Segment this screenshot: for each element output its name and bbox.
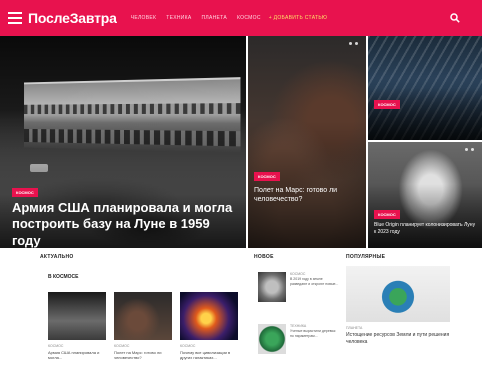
- add-article-link[interactable]: + Добавить статью: [269, 15, 328, 21]
- new-list-item[interactable]: Космос В 2019 году в земле разведают и о…: [258, 272, 340, 302]
- card-category: Космос: [48, 344, 64, 348]
- card-category: Космос: [114, 344, 130, 348]
- menu-icon[interactable]: [8, 12, 22, 24]
- hero-top-right-badge[interactable]: Космос: [374, 100, 400, 109]
- popular-category: Планета: [346, 326, 363, 330]
- hero-bottom-right-tile[interactable]: Космос Blue Origin планирует колонизиров…: [368, 142, 482, 248]
- hero-main-badge[interactable]: Космос: [12, 188, 38, 197]
- news-category: Техника: [290, 324, 307, 328]
- hero-mid-title[interactable]: Полет на Марс: готово ли человечество?: [254, 186, 358, 204]
- carousel-dots[interactable]: [465, 148, 474, 151]
- nav-item-planeta[interactable]: Планета: [202, 15, 227, 21]
- card-text[interactable]: Почему все цивилизации в других галактик…: [180, 350, 238, 360]
- space-card[interactable]: Космос Полет на Марс: готово ли человече…: [114, 292, 172, 360]
- space-card[interactable]: Космос Армия США планировала и могла...: [48, 292, 106, 360]
- nav-item-tekhnika[interactable]: Техника: [166, 15, 191, 21]
- hero-main-title[interactable]: Армия США планировала и могла построить …: [12, 200, 238, 248]
- nav-item-chelovek[interactable]: Человек: [131, 15, 157, 21]
- carousel-dots[interactable]: [349, 42, 358, 45]
- section-new-label: Новое: [254, 254, 274, 260]
- news-category: Космос: [290, 272, 306, 276]
- new-list-item[interactable]: Техника Ученые вырастили деревья по пара…: [258, 324, 340, 354]
- hero-mid-tile[interactable]: Космос Полет на Марс: готово ли человече…: [248, 36, 366, 248]
- section-in-space-label: В космосе: [48, 274, 79, 280]
- card-thumb-image: [180, 292, 238, 340]
- hero-mid-badge[interactable]: Космос: [254, 172, 280, 181]
- card-thumb-image: [48, 292, 106, 340]
- news-text[interactable]: Ученые вырастили деревья по параметрам..…: [290, 329, 340, 338]
- space-card[interactable]: Космос Почему все цивилизации в других г…: [180, 292, 238, 360]
- hero-grid: Космос Армия США планировала и могла пос…: [0, 36, 482, 248]
- popular-thumb-image: [346, 266, 450, 322]
- site-logo[interactable]: ПослеЗавтра: [28, 10, 117, 26]
- hero-bottom-right-title[interactable]: Blue Origin планирует колонизировать Лун…: [374, 222, 478, 235]
- nav-item-kosmos[interactable]: Космос: [237, 15, 261, 21]
- hero-main-tile[interactable]: Космос Армия США планировала и могла пос…: [0, 36, 246, 248]
- news-thumb-image: [258, 272, 286, 302]
- news-text[interactable]: В 2019 году в земле разведают и откроют …: [290, 277, 340, 286]
- hero-bottom-right-badge[interactable]: Космос: [374, 210, 400, 219]
- main-nav: Человек Техника Планета Космос: [131, 15, 261, 21]
- top-nav-bar: ПослеЗавтра Человек Техника Планета Косм…: [0, 0, 482, 36]
- card-text[interactable]: Армия США планировала и могла...: [48, 350, 106, 360]
- news-thumb-image: [258, 324, 286, 354]
- card-category: Космос: [180, 344, 196, 348]
- card-thumb-image: [114, 292, 172, 340]
- hero-top-right-tile[interactable]: Космос: [368, 36, 482, 140]
- card-text[interactable]: Полет на Марс: готово ли человечество?: [114, 350, 172, 360]
- popular-text[interactable]: Истощение ресурсов Земли и пути решения …: [346, 332, 450, 345]
- popular-item[interactable]: Планета Истощение ресурсов Земли и пути …: [346, 266, 450, 345]
- section-popular-label: Популярные: [346, 254, 386, 260]
- section-actual-label: Актуально: [40, 254, 74, 260]
- search-icon[interactable]: [450, 13, 460, 23]
